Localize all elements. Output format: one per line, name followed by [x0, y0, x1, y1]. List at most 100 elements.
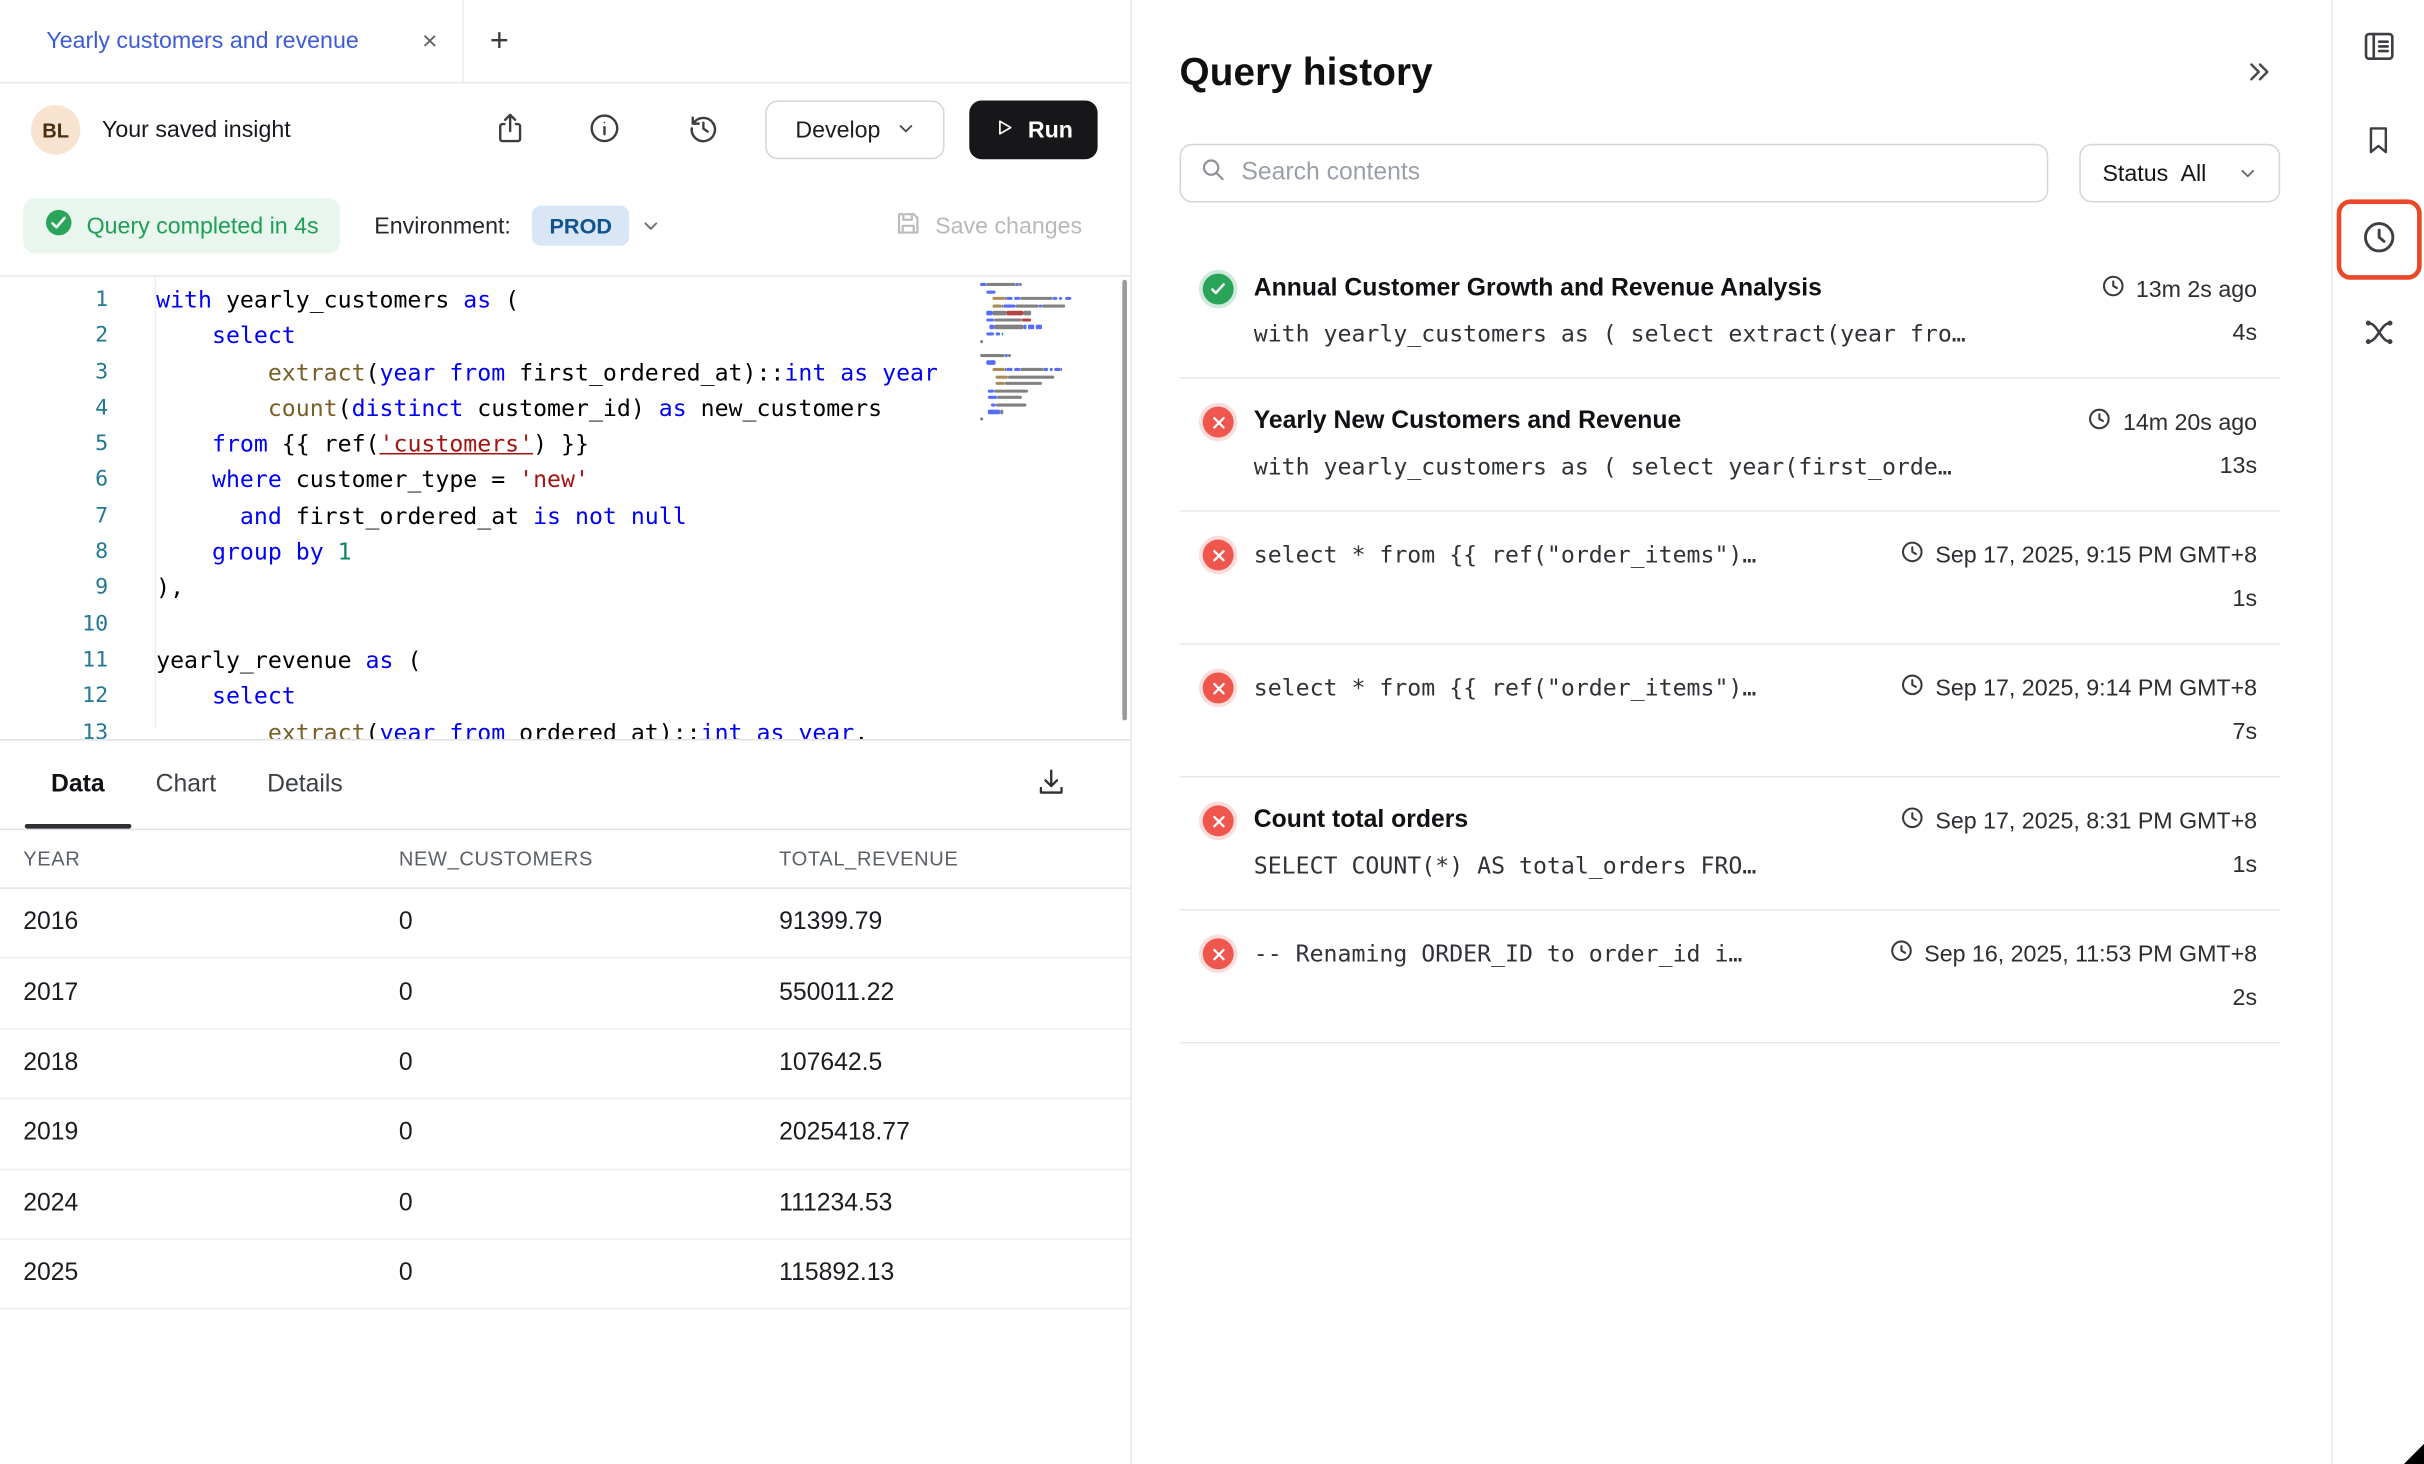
history-duration: 13s [2220, 453, 2257, 479]
download-button[interactable] [1026, 760, 1075, 809]
code-line: 11yearly_revenue as ( [0, 643, 1130, 679]
info-button[interactable] [580, 105, 629, 154]
corner-marker [2404, 1444, 2424, 1464]
history-item-row: 1s [1254, 577, 2280, 621]
environment-value-badge[interactable]: PROD [532, 206, 629, 246]
table-cell: 2025418.77 [779, 1120, 1130, 1148]
run-label: Run [1028, 117, 1073, 143]
status-filter-value: All [2181, 160, 2207, 186]
query-status-text: Query completed in 4s [87, 213, 319, 239]
minimap-line [980, 297, 1082, 300]
code-text: extract(year from first_ordered_at)::int… [108, 355, 938, 391]
results-tab-details[interactable]: Details [267, 740, 343, 828]
query-status-badge: Query completed in 4s [23, 198, 340, 254]
line-number: 9 [0, 571, 108, 607]
collapse-panel-button[interactable] [2237, 52, 2280, 95]
code-line: 3 extract(year from first_ordered_at)::i… [0, 355, 1130, 391]
chevron-down-icon [2238, 164, 2257, 183]
history-item[interactable]: Annual Customer Growth and Revenue Analy… [1180, 246, 2281, 379]
bookmarks-button[interactable] [2351, 114, 2407, 170]
save-changes-button[interactable]: Save changes [893, 208, 1082, 244]
error-x-icon [1203, 407, 1234, 438]
query-list-button[interactable] [2351, 20, 2407, 76]
minimap-line [980, 382, 1082, 385]
clock-icon [1900, 806, 1925, 837]
code-line: 2 select [0, 319, 1130, 355]
table-row[interactable]: 20180107642.5 [0, 1029, 1130, 1099]
line-number: 8 [0, 535, 108, 571]
history-list: Annual Customer Growth and Revenue Analy… [1180, 246, 2281, 1044]
run-button[interactable]: Run [969, 100, 1097, 159]
history-item-body: select * from {{ ref("order_items")…Sep … [1254, 533, 2280, 621]
table-row[interactable]: 20240111234.53 [0, 1170, 1130, 1240]
history-item-row: 7s [1254, 710, 2280, 754]
search-input[interactable] [1241, 159, 2028, 187]
table-cell: 115892.13 [779, 1260, 1130, 1288]
double-chevron-right-icon [2244, 56, 2273, 90]
table-cell: 0 [399, 1120, 779, 1148]
history-time-text: Sep 16, 2025, 11:53 PM GMT+8 [1924, 941, 2257, 967]
new-tab-button[interactable]: + [479, 21, 519, 61]
query-history-panel: Query history Status All Annual Customer… [1130, 0, 2333, 1464]
table-cell: 2018 [23, 1050, 399, 1078]
table-cell: 107642.5 [779, 1050, 1130, 1078]
results-tab-chart[interactable]: Chart [156, 740, 216, 828]
table-cell: 0 [399, 1190, 779, 1218]
minimap-line [980, 347, 1082, 350]
code-text: select [108, 319, 296, 355]
table-row[interactable]: 2016091399.79 [0, 889, 1130, 959]
close-icon[interactable]: × [422, 28, 437, 54]
share-button[interactable] [485, 105, 534, 154]
version-history-button[interactable] [679, 105, 728, 154]
history-item[interactable]: Count total ordersSep 17, 2025, 8:31 PM … [1180, 778, 2281, 911]
results-panel: DataChartDetails YEARNEW_CUSTOMERSTOTAL_… [0, 739, 1130, 1464]
minimap-line [980, 325, 1082, 328]
sql-editor[interactable]: 1with yearly_customers as (2 select3 ext… [0, 275, 1130, 739]
history-duration: 7s [2233, 719, 2257, 745]
history-item[interactable]: select * from {{ ref("order_items")…Sep … [1180, 645, 2281, 778]
code-line: 8 group by 1 [0, 535, 1130, 571]
search-box[interactable] [1180, 144, 2049, 203]
line-number: 13 [0, 715, 108, 739]
table-row[interactable]: 20250115892.13 [0, 1240, 1130, 1310]
history-item[interactable]: select * from {{ ref("order_items")…Sep … [1180, 512, 2281, 645]
history-time-text: Sep 17, 2025, 9:15 PM GMT+8 [1935, 542, 2257, 568]
chevron-down-icon[interactable] [641, 216, 660, 235]
minimap-line [980, 311, 1082, 314]
query-history-button[interactable] [2351, 212, 2407, 268]
table-cell: 0 [399, 1260, 779, 1288]
clock-icon [2359, 218, 2398, 261]
results-tab-data[interactable]: Data [51, 740, 105, 828]
code-line: 5 from {{ ref('customers') }} [0, 427, 1130, 463]
table-row[interactable]: 201902025418.77 [0, 1099, 1130, 1169]
code-line: 1with yearly_customers as ( [0, 283, 1130, 319]
minimap-line [980, 396, 1082, 399]
history-clock-icon [686, 111, 720, 150]
status-filter-dropdown[interactable]: Status All [2079, 144, 2280, 203]
develop-button[interactable]: Develop [765, 100, 944, 159]
tab-yearly-customers-and-revenue[interactable]: Yearly customers and revenue × [0, 0, 464, 82]
lineage-button[interactable] [2351, 306, 2407, 362]
history-duration: 4s [2233, 320, 2257, 346]
history-time: 14m 20s ago [2087, 407, 2257, 438]
annotation-highlight-box [2336, 199, 2421, 279]
history-item[interactable]: Yearly New Customers and Revenue14m 20s … [1180, 379, 2281, 512]
history-item-row: Count total ordersSep 17, 2025, 8:31 PM … [1254, 799, 2280, 843]
history-duration: 2s [2233, 985, 2257, 1011]
clock-icon [1889, 939, 1914, 970]
save-changes-label: Save changes [935, 213, 1082, 239]
history-item-body: -- Renaming ORDER_ID to order_id i…Sep 1… [1254, 932, 2280, 1020]
line-number: 2 [0, 319, 108, 355]
right-icon-rail [2333, 0, 2424, 1464]
clock-icon [2100, 274, 2125, 305]
query-history-header: Query history [1180, 51, 2281, 96]
lineage-icon [2360, 313, 2397, 355]
editor-scrollbar[interactable] [1122, 280, 1127, 721]
minimap-line [980, 290, 1082, 293]
minimap[interactable] [980, 283, 1082, 425]
table-row[interactable]: 20170550011.22 [0, 959, 1130, 1029]
history-item[interactable]: -- Renaming ORDER_ID to order_id i…Sep 1… [1180, 911, 2281, 1044]
table-cell: 2019 [23, 1120, 399, 1148]
minimap-line [980, 304, 1082, 307]
table-cell: 0 [399, 979, 779, 1007]
